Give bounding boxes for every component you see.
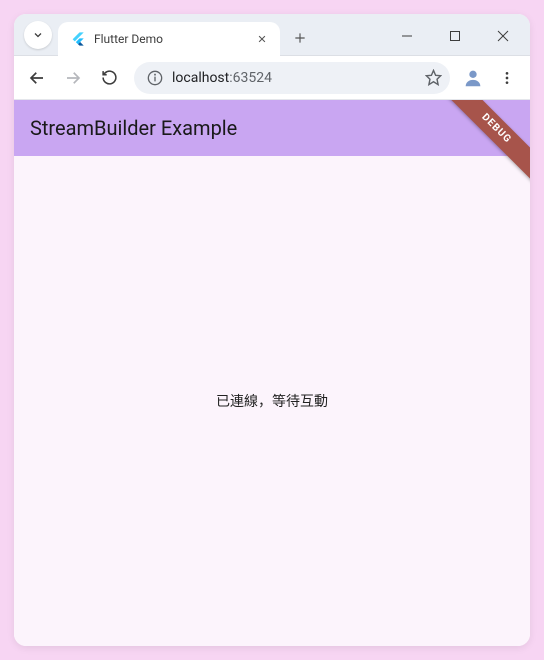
app-bar: StreamBuilder Example <box>14 100 530 156</box>
browser-window: Flutter Demo localhost: <box>14 14 530 646</box>
kebab-menu-button[interactable] <box>490 61 524 95</box>
address-bar[interactable]: localhost:63524 <box>134 62 450 94</box>
new-tab-button[interactable] <box>286 24 314 52</box>
maximize-button[interactable] <box>432 20 478 52</box>
browser-toolbar: localhost:63524 <box>14 56 530 100</box>
tab-title: Flutter Demo <box>94 32 250 46</box>
site-info-icon[interactable] <box>146 69 164 87</box>
url-text: localhost:63524 <box>172 70 272 86</box>
tab-search-button[interactable] <box>24 21 52 49</box>
stream-status-text: 已連線，等待互動 <box>216 391 328 411</box>
bookmark-star-icon[interactable] <box>425 69 442 86</box>
window-controls <box>384 20 526 52</box>
tab-close-button[interactable] <box>254 31 270 47</box>
app-body: 已連線，等待互動 <box>14 156 530 646</box>
reload-button[interactable] <box>92 61 126 95</box>
minimize-button[interactable] <box>384 20 430 52</box>
app-bar-title: StreamBuilder Example <box>30 116 237 140</box>
page-content: StreamBuilder Example 已連線，等待互動 DEBUG <box>14 100 530 646</box>
back-button[interactable] <box>20 61 54 95</box>
profile-button[interactable] <box>458 63 488 93</box>
forward-button[interactable] <box>56 61 90 95</box>
close-window-button[interactable] <box>480 20 526 52</box>
browser-tab[interactable]: Flutter Demo <box>58 22 280 56</box>
browser-titlebar: Flutter Demo <box>14 14 530 56</box>
flutter-icon <box>70 31 86 47</box>
